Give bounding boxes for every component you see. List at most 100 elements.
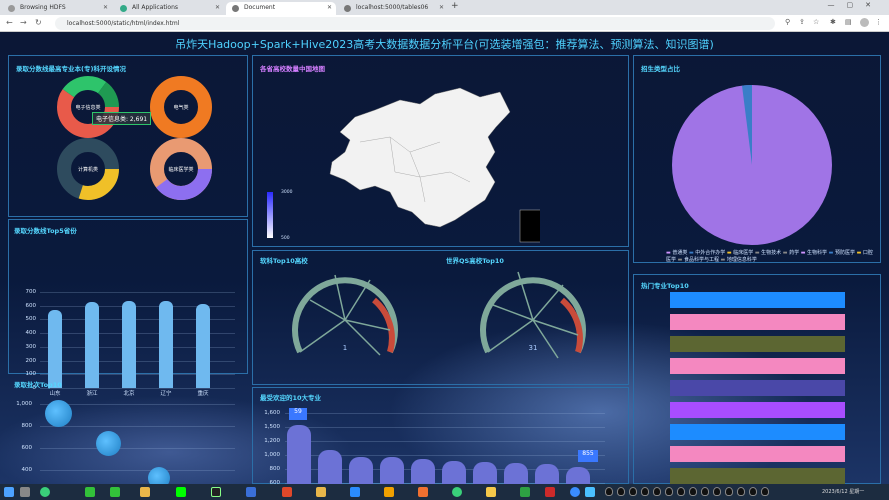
folder-icon[interactable] — [316, 487, 326, 497]
address-bar: ← → ↻ localhost:5000/static/html/index.h… — [0, 15, 889, 32]
idea-icon[interactable] — [418, 487, 428, 497]
qq-icon[interactable] — [617, 487, 625, 496]
svg-text:1: 1 — [343, 344, 347, 352]
hbar — [670, 446, 845, 462]
qq-icon[interactable] — [725, 487, 733, 496]
y-tick-label: 400 — [21, 467, 33, 473]
legend-min-label: 500 — [281, 236, 290, 241]
qq-icon[interactable] — [761, 487, 769, 496]
app-icon[interactable] — [520, 487, 530, 497]
hbar — [670, 380, 845, 396]
notes-icon[interactable] — [486, 487, 496, 497]
app-icon[interactable] — [350, 487, 360, 497]
bar[interactable] — [504, 463, 528, 484]
windows-icon[interactable] — [4, 487, 14, 497]
bar[interactable] — [85, 301, 99, 388]
bar[interactable] — [411, 459, 435, 484]
app-icon[interactable] — [585, 487, 595, 497]
y-tick-label: 600 — [25, 302, 37, 309]
chrome-icon[interactable] — [40, 487, 50, 497]
qq-icon[interactable] — [701, 487, 709, 496]
bar[interactable] — [48, 309, 62, 388]
menu-icon[interactable]: ⋮ — [875, 18, 882, 26]
bar[interactable] — [287, 425, 311, 484]
bar[interactable] — [473, 462, 497, 484]
terminal-icon[interactable] — [211, 487, 221, 497]
qq-icon[interactable] — [641, 487, 649, 496]
globe-icon — [344, 5, 351, 12]
tab-browsing-hdfs[interactable]: Browsing HDFS ✕ — [2, 2, 112, 15]
china-map — [329, 87, 540, 243]
extensions-icon[interactable]: ✱ — [830, 18, 836, 26]
bar[interactable] — [535, 464, 559, 484]
bar[interactable] — [349, 457, 373, 484]
x-tick-label: 山东 — [49, 391, 61, 397]
url-input[interactable]: localhost:5000/static/html/index.html — [55, 17, 775, 30]
pycharm-icon[interactable] — [176, 487, 186, 497]
app-icon[interactable] — [545, 487, 555, 497]
close-icon[interactable]: ✕ — [103, 2, 108, 14]
wechat-icon[interactable] — [85, 487, 95, 497]
scatter-point — [148, 467, 170, 484]
browser-tab-bar: Browsing HDFS ✕ All Applications ✕ Documen… — [0, 0, 889, 15]
bar[interactable] — [566, 467, 590, 484]
star-icon[interactable]: ☆ — [813, 18, 819, 26]
qq-icon[interactable] — [737, 487, 745, 496]
donut-chart: 临床医学类 — [150, 138, 212, 200]
y-tick-label: 700 — [25, 289, 37, 295]
bar[interactable] — [159, 300, 173, 388]
bar[interactable] — [442, 461, 466, 484]
close-icon[interactable]: ✕ — [439, 2, 444, 14]
x-tick-label: 重庆 — [197, 391, 209, 397]
window-controls[interactable]: —▢✕ — [828, 1, 883, 9]
reload-icon[interactable]: ↻ — [35, 18, 42, 27]
donut-label: 电气类 — [173, 104, 188, 111]
search-icon[interactable]: ⚲ — [785, 18, 790, 26]
new-tab-icon[interactable]: + — [451, 1, 459, 11]
qq-icon[interactable] — [665, 487, 673, 496]
sidebar-icon[interactable]: ▤ — [845, 18, 852, 26]
app-icon[interactable] — [246, 487, 256, 497]
qq-icon[interactable] — [605, 487, 613, 496]
qq-icon[interactable] — [713, 487, 721, 496]
bar[interactable] — [196, 304, 210, 388]
y-tick-label: 200 — [25, 357, 37, 364]
back-icon[interactable]: ← — [6, 18, 13, 27]
share-icon[interactable]: ⇪ — [799, 18, 805, 26]
app-icon[interactable] — [20, 487, 30, 497]
scatter-point — [96, 431, 121, 456]
app-icon[interactable] — [282, 487, 292, 497]
legend-max-label: 3000 — [281, 190, 293, 195]
bar[interactable] — [318, 450, 342, 484]
tab-tables06[interactable]: localhost:5000/tables06 ✕ — [338, 2, 448, 15]
dashboard: 吊炸天Hadoop+Spark+Hive2023高考大数据数据分析平台(可选装增… — [0, 32, 889, 484]
forward-icon[interactable]: → — [20, 18, 27, 27]
taskbar-clock[interactable]: 2023/6/12 星期一 — [822, 488, 864, 495]
y-tick-label: 100 — [25, 371, 37, 378]
qq-icon[interactable] — [677, 487, 685, 496]
app-icon[interactable] — [570, 487, 580, 497]
qq-icon[interactable] — [749, 487, 757, 496]
y-tick-label: 1,500 — [264, 424, 280, 430]
bar[interactable] — [122, 300, 136, 388]
globe-icon — [232, 5, 239, 12]
bar[interactable] — [380, 457, 404, 484]
profile-avatar[interactable] — [860, 18, 869, 27]
qq-icon[interactable] — [653, 487, 661, 496]
folder-icon[interactable] — [140, 487, 150, 497]
wechat-icon[interactable] — [110, 487, 120, 497]
y-tick-label: 1,200 — [264, 438, 280, 444]
page-icon — [8, 5, 15, 12]
y-tick-label: 500 — [25, 316, 37, 323]
chrome-icon[interactable] — [452, 487, 462, 497]
qq-icon[interactable] — [689, 487, 697, 496]
close-icon[interactable]: ✕ — [327, 2, 332, 14]
x-tick-label: 浙江 — [86, 391, 98, 397]
gridline — [285, 427, 605, 428]
qq-icon[interactable] — [629, 487, 637, 496]
close-icon[interactable]: ✕ — [215, 2, 220, 14]
sublime-icon[interactable] — [384, 487, 394, 497]
tab-document[interactable]: Document ✕ — [226, 2, 336, 15]
hbar — [670, 468, 845, 484]
tab-all-applications[interactable]: All Applications ✕ — [114, 2, 224, 15]
